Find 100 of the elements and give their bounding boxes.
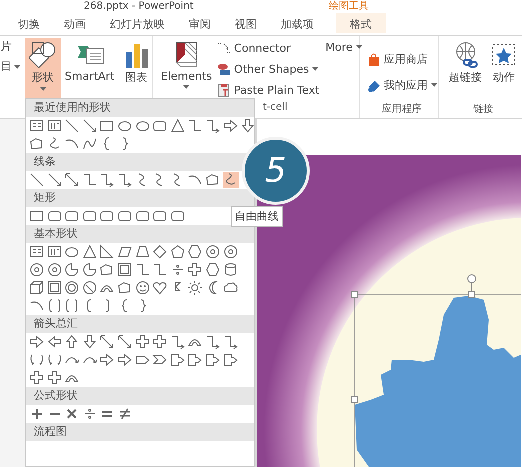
line-arrow-icon[interactable] [82, 118, 98, 134]
ribbon-tab[interactable]: 幻灯片放映 [98, 13, 177, 35]
double-arrow-line-icon[interactable] [116, 334, 133, 350]
curved-arrow-icon[interactable] [29, 352, 45, 368]
hexagon-icon[interactable] [204, 262, 221, 278]
text-box-icon[interactable] [29, 118, 45, 134]
elbow-arrow-icon[interactable] [99, 172, 116, 188]
cross-icon[interactable] [29, 370, 45, 386]
elbow-arrow-icon[interactable] [204, 334, 221, 350]
right-triangle-icon[interactable] [99, 244, 116, 260]
curved-arrow-icon[interactable] [46, 352, 63, 368]
diamond-icon[interactable] [152, 244, 168, 260]
elbow-arrow-icon[interactable] [116, 172, 133, 188]
up-arrow-icon[interactable] [64, 334, 80, 350]
callout-arrow-icon[interactable] [187, 352, 204, 368]
freeform-icon[interactable] [99, 262, 116, 278]
section-header: 箭头总汇 [26, 315, 254, 333]
smiley-icon[interactable] [134, 280, 151, 296]
ribbon-tab[interactable]: 切换 [6, 13, 52, 35]
right-arrow-icon[interactable] [99, 352, 116, 368]
caret-icon [312, 67, 320, 71]
elbow-arrow-icon[interactable] [170, 334, 186, 350]
cross-icon[interactable] [46, 370, 63, 386]
pentagon-icon[interactable] [170, 244, 186, 260]
left-arrow-icon[interactable] [46, 334, 63, 350]
ring-icon[interactable] [222, 244, 239, 260]
trapezoid-icon[interactable] [134, 244, 151, 260]
donut-icon[interactable] [64, 280, 80, 296]
vertical-text-box-icon[interactable] [46, 118, 63, 134]
caret-icon [14, 64, 21, 68]
ring-icon[interactable] [204, 244, 221, 260]
window-title: 268.pptx - PowerPoint [84, 0, 194, 13]
frame-icon[interactable] [46, 280, 63, 296]
pie-icon[interactable] [64, 262, 80, 278]
ribbon-button[interactable]: Elements [157, 38, 216, 98]
ribbon-tab[interactable]: 审阅 [177, 13, 223, 35]
line-icon[interactable] [29, 172, 45, 188]
pie-icon[interactable] [82, 262, 98, 278]
ribbon-button[interactable]: 超链接 [445, 38, 486, 98]
more-button[interactable]: More [326, 38, 363, 56]
ribbon-button[interactable]: 我的应用 [366, 76, 438, 94]
heart-icon[interactable] [152, 280, 168, 296]
callout-arrow-icon[interactable] [170, 352, 186, 368]
elbow-arrow-icon[interactable] [222, 334, 239, 350]
ribbon-button[interactable]: SmartArt [61, 38, 119, 98]
cross-icon[interactable] [134, 334, 151, 350]
shapes-icon [29, 40, 57, 68]
paste-icon [216, 82, 232, 98]
right-arrow-icon[interactable] [222, 118, 239, 134]
sun-icon[interactable] [187, 280, 204, 296]
elbow-connector-icon[interactable] [152, 262, 168, 278]
ribbon-button[interactable]: 应用商店 [366, 50, 438, 68]
ring-icon[interactable] [29, 262, 45, 278]
cross-icon[interactable] [152, 334, 168, 350]
hexagon-icon[interactable] [187, 244, 204, 260]
elbow-arrow-icon[interactable] [204, 118, 221, 134]
ring-icon[interactable] [46, 262, 63, 278]
down-arrow-icon[interactable] [240, 118, 254, 134]
scribble-icon[interactable] [222, 172, 239, 188]
right-arrow-icon[interactable] [116, 352, 133, 368]
double-arrow-line-icon[interactable] [99, 334, 116, 350]
ribbon-button[interactable]: 片 [1, 39, 17, 54]
cross-icon[interactable] [187, 262, 204, 278]
double-arrow-line-icon[interactable] [64, 172, 80, 188]
curve-icon[interactable] [82, 136, 98, 152]
ribbon-tab[interactable]: 动画 [52, 13, 98, 35]
section-header: 流程图 [26, 423, 254, 441]
line-arrow-icon[interactable] [46, 172, 63, 188]
down-arrow-icon[interactable] [82, 334, 98, 350]
callout-arrow-icon[interactable] [222, 352, 239, 368]
text-box-icon[interactable] [29, 244, 45, 260]
no-symbol-icon[interactable] [82, 280, 98, 296]
double-bracket-icon[interactable] [64, 298, 80, 314]
caret-icon [431, 83, 438, 87]
elbow-connector-icon[interactable] [82, 172, 98, 188]
elbow-connector-icon[interactable] [187, 118, 204, 134]
ribbon-button[interactable]: 动作 [486, 38, 522, 98]
freeform-icon[interactable] [116, 280, 133, 296]
frame-icon[interactable] [116, 262, 133, 278]
cube-icon[interactable] [29, 280, 45, 296]
line-icon[interactable] [64, 118, 80, 134]
ribbon-button[interactable]: Connector [216, 39, 320, 57]
freeform-icon[interactable] [29, 136, 45, 152]
ribbon-tab[interactable]: 视图 [223, 13, 269, 35]
ribbon-button[interactable]: 目 [1, 59, 17, 74]
right-arrow-icon[interactable] [29, 334, 45, 350]
callout-arrow-icon[interactable] [204, 352, 221, 368]
plus-icon[interactable] [29, 406, 45, 422]
double-bracket-icon[interactable] [46, 298, 63, 314]
triangle-icon[interactable] [170, 118, 186, 134]
freeform-icon[interactable] [204, 172, 221, 188]
cylinder-icon[interactable] [222, 262, 239, 278]
ribbon-tab[interactable]: 格式 [336, 13, 386, 35]
ribbon-button[interactable]: 图表 [118, 38, 155, 98]
elbow-connector-icon[interactable] [134, 262, 151, 278]
ribbon-button[interactable]: 形状 [25, 38, 61, 98]
ribbon-tab[interactable]: 加载项 [269, 13, 326, 35]
triangle-icon[interactable] [82, 244, 98, 260]
vertical-text-box-icon[interactable] [46, 244, 63, 260]
ribbon-button[interactable]: Other Shapes [216, 60, 320, 78]
